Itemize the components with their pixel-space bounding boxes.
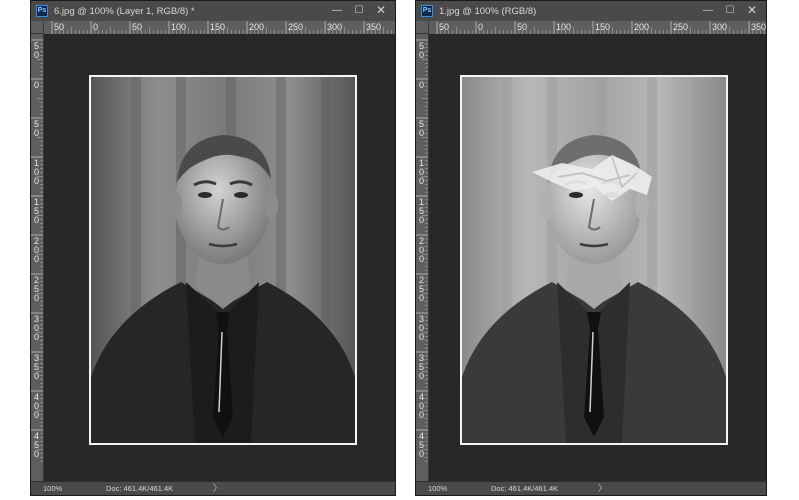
zoom-level[interactable]: 100% [428,482,447,495]
horizontal-ruler[interactable]: 50 0 50 100 150 200 250 300 350 [429,21,766,35]
close-button[interactable]: ✕ [371,3,391,18]
ruler-tick-label: 0 [34,176,39,186]
ruler-tick-label: 100 [556,22,571,32]
ruler-tick-label: 250 [673,22,688,32]
zoom-level[interactable]: 100% [43,482,62,495]
ruler-tick-label: 0 [419,293,424,303]
doc-size: Doc: 461.4K/461.4K [491,484,559,493]
ruler-tick-label: 0 [34,371,39,381]
title-bar[interactable]: Ps 1.jpg @ 100% (RGB/8) — ☐ ✕ [416,1,766,22]
ruler-tick-label: 150 [595,22,610,32]
minimize-button[interactable]: — [698,3,718,18]
ruler-tick-label: 0 [419,254,424,264]
ruler-tick-label: 0 [34,50,39,60]
minimize-button[interactable]: — [327,3,347,18]
ruler-tick-label: 0 [34,449,39,459]
document-canvas[interactable] [429,34,766,482]
status-bar: 100% Doc: 461.4K/461.4K 〉 [31,481,395,495]
document-title: 1.jpg @ 100% (RGB/8) [439,5,537,17]
ruler-tick-label: 100 [171,22,186,32]
ruler-tick-label: 350 [751,22,766,32]
ruler-tick-label: 0 [419,215,424,225]
close-button[interactable]: ✕ [742,3,762,18]
ruler-tick-label: 250 [288,22,303,32]
ruler-tick-label: 0 [34,254,39,264]
maximize-button[interactable]: ☐ [349,3,369,18]
ruler-tick-label: 0 [419,410,424,420]
ruler-tick-label: 150 [210,22,225,32]
ruler-tick-label: 0 [419,176,424,186]
ruler-tick-label: 0 [419,50,424,60]
ruler-tick-label: 0 [93,22,98,32]
ruler-tick-label: 350 [366,22,381,32]
photoshop-icon: Ps [36,5,48,17]
ruler-origin[interactable] [416,21,429,34]
ruler-tick-label: 0 [34,410,39,420]
ruler-tick-label: 200 [249,22,264,32]
ruler-tick-label: 0 [419,128,424,138]
ruler-tick-label: 0 [34,332,39,342]
document-canvas[interactable] [44,34,395,482]
ruler-tick-label: 50 [439,22,449,32]
ruler-tick-label: 0 [419,80,424,90]
ruler-tick-label: 0 [34,128,39,138]
ruler-tick-label: 0 [478,22,483,32]
ruler-tick-label: 200 [634,22,649,32]
ruler-tick-label: 0 [419,449,424,459]
document-title: 6.jpg @ 100% (Layer 1, RGB/8) * [54,5,195,17]
ruler-tick-label: 50 [132,22,142,32]
maximize-button[interactable]: ☐ [720,3,740,18]
ruler-tick-label: 0 [34,80,39,90]
photo-damaged [460,75,728,445]
status-bar: 100% Doc: 461.4K/461.4K 〉 [416,481,766,495]
ruler-tick-label: 50 [517,22,527,32]
ruler-tick-label: 300 [327,22,342,32]
photoshop-icon: Ps [421,5,433,17]
document-window-left[interactable]: Ps 6.jpg @ 100% (Layer 1, RGB/8) * — ☐ ✕… [30,0,396,496]
ruler-origin[interactable] [31,21,44,34]
ruler-tick-label: 0 [419,332,424,342]
ruler-tick-label: 50 [54,22,64,32]
ruler-tick-label: 300 [712,22,727,32]
ruler-tick-label: 0 [419,371,424,381]
doc-size: Doc: 461.4K/461.4K [106,484,174,493]
title-bar[interactable]: Ps 6.jpg @ 100% (Layer 1, RGB/8) * — ☐ ✕ [31,1,395,22]
vertical-ruler[interactable]: 50050100150200250300350400450500 [416,34,429,482]
ruler-tick-label: 0 [34,293,39,303]
status-menu-arrow-icon[interactable]: 〉 [598,482,607,495]
horizontal-ruler[interactable]: 50 0 50 100 150 200 250 300 350 [44,21,395,35]
photo-restored [89,75,357,445]
document-window-right[interactable]: Ps 1.jpg @ 100% (RGB/8) — ☐ ✕ 50 0 50 100 15… [415,0,767,496]
status-menu-arrow-icon[interactable]: 〉 [213,482,222,495]
vertical-ruler[interactable]: 50050100150200250300350400450500 [31,34,44,482]
ruler-tick-label: 0 [34,215,39,225]
